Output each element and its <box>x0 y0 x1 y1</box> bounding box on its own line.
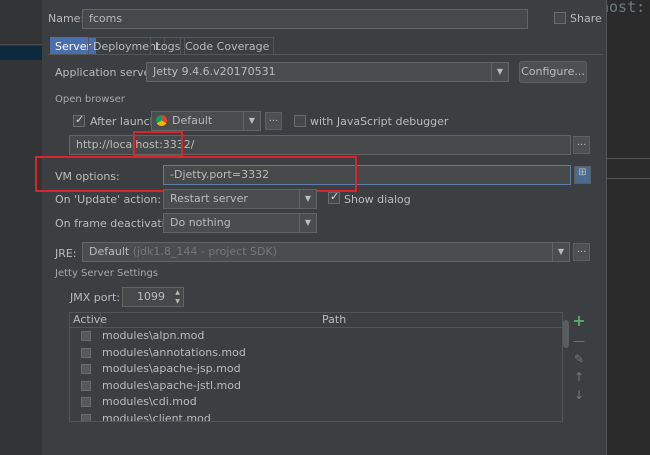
table-row[interactable]: modules\alpn.mod <box>70 328 562 345</box>
share-label: Share <box>570 12 602 25</box>
chevron-down-icon: ▼ <box>299 190 316 208</box>
editor-line-divider <box>607 178 650 179</box>
tree-divider <box>0 44 42 45</box>
after-launch-checkbox[interactable] <box>73 113 85 127</box>
expand-icon[interactable]: ⊞ <box>574 166 591 184</box>
chevron-down-icon: ▼ <box>243 112 260 130</box>
chevron-down-icon: ▼ <box>552 243 569 261</box>
row-active-checkbox[interactable] <box>81 397 91 407</box>
row-path: modules\cdi.mod <box>102 395 197 408</box>
configure-button[interactable]: Configure... <box>519 61 587 83</box>
tab-code-coverage[interactable]: Code Coverage <box>180 37 275 54</box>
open-browser-section-label: Open browser <box>55 94 125 105</box>
jmx-port-label: JMX port: <box>70 291 121 304</box>
on-frame-select[interactable]: Do nothing ▼ <box>163 213 317 233</box>
jre-label: JRE: <box>55 247 77 260</box>
row-active-checkbox[interactable] <box>81 380 91 391</box>
jre-value: Default <box>89 245 130 258</box>
on-frame-value: Do nothing <box>170 216 231 229</box>
table-row[interactable]: modules\cdi.mod <box>70 394 562 411</box>
row-path: modules\apache-jsp.mod <box>102 362 241 375</box>
chrome-icon <box>156 115 167 126</box>
show-dialog-checkbox[interactable] <box>328 190 340 204</box>
on-update-value: Restart server <box>170 192 248 205</box>
edit-icon[interactable]: ✎ <box>572 352 586 366</box>
share-checkbox[interactable] <box>554 12 566 24</box>
tab-divider <box>48 54 603 55</box>
js-debugger-label: with JavaScript debugger <box>310 115 449 128</box>
browser-select[interactable]: Default ▼ <box>151 111 261 131</box>
column-header-active[interactable]: Active <box>73 313 107 326</box>
table-row[interactable]: modules\annotations.mod <box>70 345 562 362</box>
on-update-label: On 'Update' action: <box>55 193 162 206</box>
js-debugger-checkbox[interactable] <box>294 115 306 127</box>
app-server-label: Application server: <box>55 66 159 79</box>
port-highlight-box <box>133 131 183 157</box>
on-update-select[interactable]: Restart server ▼ <box>163 189 317 209</box>
modules-table: Active Path modules\alpn.mod modules\ann… <box>69 312 563 422</box>
chevron-down-icon: ▼ <box>491 63 508 81</box>
after-launch-label: After launch <box>90 115 157 128</box>
move-down-icon[interactable]: ↓ <box>572 388 586 402</box>
scrollbar-thumb[interactable] <box>563 320 569 348</box>
jre-browse-button[interactable]: ... <box>573 243 590 261</box>
column-divider <box>100 313 101 327</box>
remove-icon[interactable]: — <box>572 334 586 348</box>
app-server-select[interactable]: Jetty 9.4.6.v20170531 ▼ <box>146 62 509 82</box>
jre-select[interactable]: Default (jdk1.8_144 - project SDK) ▼ <box>82 242 570 262</box>
row-path: modules\apache-jstl.mod <box>102 378 241 392</box>
table-scrollbar[interactable] <box>563 312 569 422</box>
editor-line-divider <box>607 158 650 159</box>
row-path: modules\alpn.mod <box>102 329 205 342</box>
move-up-icon[interactable]: ↑ <box>572 370 586 384</box>
url-browse-button[interactable]: ... <box>573 136 590 154</box>
app-server-value: Jetty 9.4.6.v20170531 <box>153 65 276 78</box>
chevron-down-icon: ▼ <box>299 214 316 232</box>
name-label: Name: <box>48 12 85 25</box>
add-icon[interactable]: + <box>572 313 586 329</box>
vm-options-highlight-box <box>35 156 357 192</box>
jetty-settings-section-label: Jetty Server Settings <box>55 268 159 279</box>
table-header: Active Path <box>70 313 562 328</box>
browser-value: Default <box>172 114 213 127</box>
browser-browse-button[interactable]: ... <box>265 112 282 130</box>
row-active-checkbox[interactable] <box>81 347 91 358</box>
code-editor-background <box>607 0 650 455</box>
row-path: modules\annotations.mod <box>102 345 246 359</box>
tree-selected-row[interactable] <box>0 46 42 60</box>
jre-detail: (jdk1.8_144 - project SDK) <box>132 245 277 258</box>
row-active-checkbox[interactable] <box>81 331 91 341</box>
project-tree-panel <box>0 0 42 455</box>
name-field[interactable]: fcoms <box>82 9 528 29</box>
table-row[interactable]: modules\apache-jsp.mod <box>70 361 562 378</box>
spinner-arrows-icon[interactable]: ▲ ▼ <box>172 288 183 306</box>
table-row[interactable]: modules\client.mod <box>70 411 562 422</box>
show-dialog-label: Show dialog <box>344 193 411 206</box>
row-active-checkbox[interactable] <box>81 364 91 374</box>
row-active-checkbox[interactable] <box>81 413 91 421</box>
table-row[interactable]: modules\apache-jstl.mod <box>70 378 562 395</box>
row-path: modules\client.mod <box>102 411 211 422</box>
column-header-path[interactable]: Path <box>322 313 346 326</box>
